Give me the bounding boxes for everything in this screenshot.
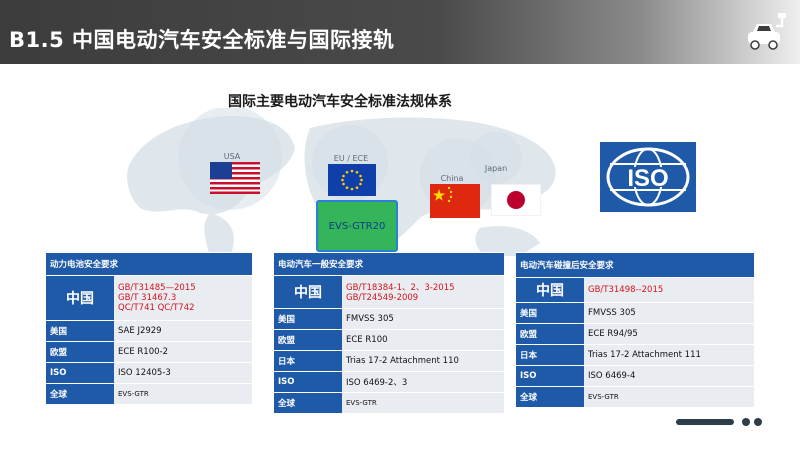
evs-gtr-box: EVS-GTR20	[316, 200, 398, 252]
general-safety-table: 电动汽车一般安全要求 中国 GB/T18384-1、2、3-2015 GB/T2…	[274, 252, 504, 413]
row-label: 日本	[274, 350, 342, 372]
row-value: ISO 6469-2、3	[342, 371, 504, 393]
row-value: EVS-GTR	[584, 386, 754, 407]
table-title: 动力电池安全要求	[46, 252, 252, 276]
row-label: 全球	[516, 386, 584, 407]
table-row: 全球 EVS-GTR	[516, 386, 754, 407]
japan-label: Japan	[484, 164, 508, 173]
row-value: Trias 17-2 Attachment 110	[342, 350, 504, 372]
table-row: 欧盟 ECE R94/95	[516, 323, 754, 345]
table-row: ISO ISO 6469-2、3	[274, 371, 504, 393]
row-value: ECE R100	[342, 329, 504, 351]
row-label: 欧盟	[274, 329, 342, 351]
table-row: 美国 FMVSS 305	[274, 308, 504, 330]
table-row: 中国 GB/T31485—2015 GB/T 31467.3 QC/T741 Q…	[46, 275, 252, 321]
row-label: 日本	[516, 344, 584, 366]
table-row: 欧盟 ECE R100-2	[46, 341, 252, 363]
table-title: 电动汽车碰撞后安全要求	[516, 252, 754, 278]
iso-logo-text: ISO	[627, 165, 668, 192]
row-value: ISO 6469-4	[584, 365, 754, 387]
row-label: 欧盟	[516, 323, 584, 345]
table-row: 美国 SAE J2929	[46, 320, 252, 342]
eu-label: EU / ECE	[333, 154, 369, 163]
row-label: 中国	[516, 277, 584, 303]
eu-flag-icon	[328, 164, 376, 196]
row-label: ISO	[516, 365, 584, 387]
standard-line: GB/T18384-1、2、3-2015	[346, 283, 455, 293]
row-label: ISO	[46, 362, 114, 384]
usa-label: USA	[223, 152, 241, 161]
row-value: Trias 17-2 Attachment 111	[584, 344, 754, 366]
standard-line: GB/T31485—2015	[118, 283, 196, 293]
row-label: 全球	[274, 392, 342, 413]
table-row: 中国 GB/T18384-1、2、3-2015 GB/T24549-2009	[274, 275, 504, 309]
row-value: ECE R100-2	[114, 341, 252, 363]
table-title: 电动汽车一般安全要求	[274, 252, 504, 276]
ev-charging-car-icon	[748, 13, 786, 50]
china-flag-icon	[430, 184, 480, 218]
row-label: 欧盟	[46, 341, 114, 363]
iso-logo: ISO	[600, 142, 696, 212]
table-row: 日本 Trias 17-2 Attachment 110	[274, 350, 504, 372]
header-bar: B1.5 中国电动汽车安全标准与国际接轨	[0, 0, 800, 64]
slide-pager-decoration	[676, 418, 762, 426]
table-row: 全球 EVS-GTR	[46, 383, 252, 404]
usa-flag-icon	[210, 162, 260, 194]
row-value: FMVSS 305	[342, 308, 504, 330]
row-value: GB/T18384-1、2、3-2015 GB/T24549-2009	[342, 275, 504, 309]
china-label: China	[440, 174, 464, 183]
table-row: 日本 Trias 17-2 Attachment 111	[516, 344, 754, 366]
row-value: EVS-GTR	[114, 383, 252, 404]
japan-flag-icon	[491, 184, 541, 216]
standard-line: QC/T741 QC/T742	[118, 303, 195, 313]
row-label: 中国	[274, 275, 342, 309]
table-row: 美国 FMVSS 305	[516, 302, 754, 324]
table-row: 中国 GB/T31498--2015	[516, 277, 754, 303]
row-value: SAE J2929	[114, 320, 252, 342]
row-label: 美国	[46, 320, 114, 342]
standard-line: GB/T24549-2009	[346, 293, 419, 303]
row-value: EVS-GTR	[342, 392, 504, 413]
row-value: ECE R94/95	[584, 323, 754, 345]
row-label: ISO	[274, 371, 342, 393]
row-value: FMVSS 305	[584, 302, 754, 324]
page-title: B1.5 中国电动汽车安全标准与国际接轨	[9, 28, 395, 52]
table-row: 全球 EVS-GTR	[274, 392, 504, 413]
battery-safety-table: 动力电池安全要求 中国 GB/T31485—2015 GB/T 31467.3 …	[46, 252, 252, 404]
row-value: ISO 12405-3	[114, 362, 252, 384]
table-row: ISO ISO 6469-4	[516, 365, 754, 387]
table-row: ISO ISO 12405-3	[46, 362, 252, 384]
row-label: 全球	[46, 383, 114, 404]
row-label: 美国	[274, 308, 342, 330]
row-label: 美国	[516, 302, 584, 324]
row-value: GB/T31485—2015 GB/T 31467.3 QC/T741 QC/T…	[114, 275, 252, 321]
row-label: 中国	[46, 275, 114, 321]
post-crash-safety-table: 电动汽车碰撞后安全要求 中国 GB/T31498--2015 美国 FMVSS 3…	[516, 252, 754, 407]
row-value: GB/T31498--2015	[584, 277, 754, 303]
standard-line: GB/T 31467.3	[118, 293, 177, 303]
table-row: 欧盟 ECE R100	[274, 329, 504, 351]
